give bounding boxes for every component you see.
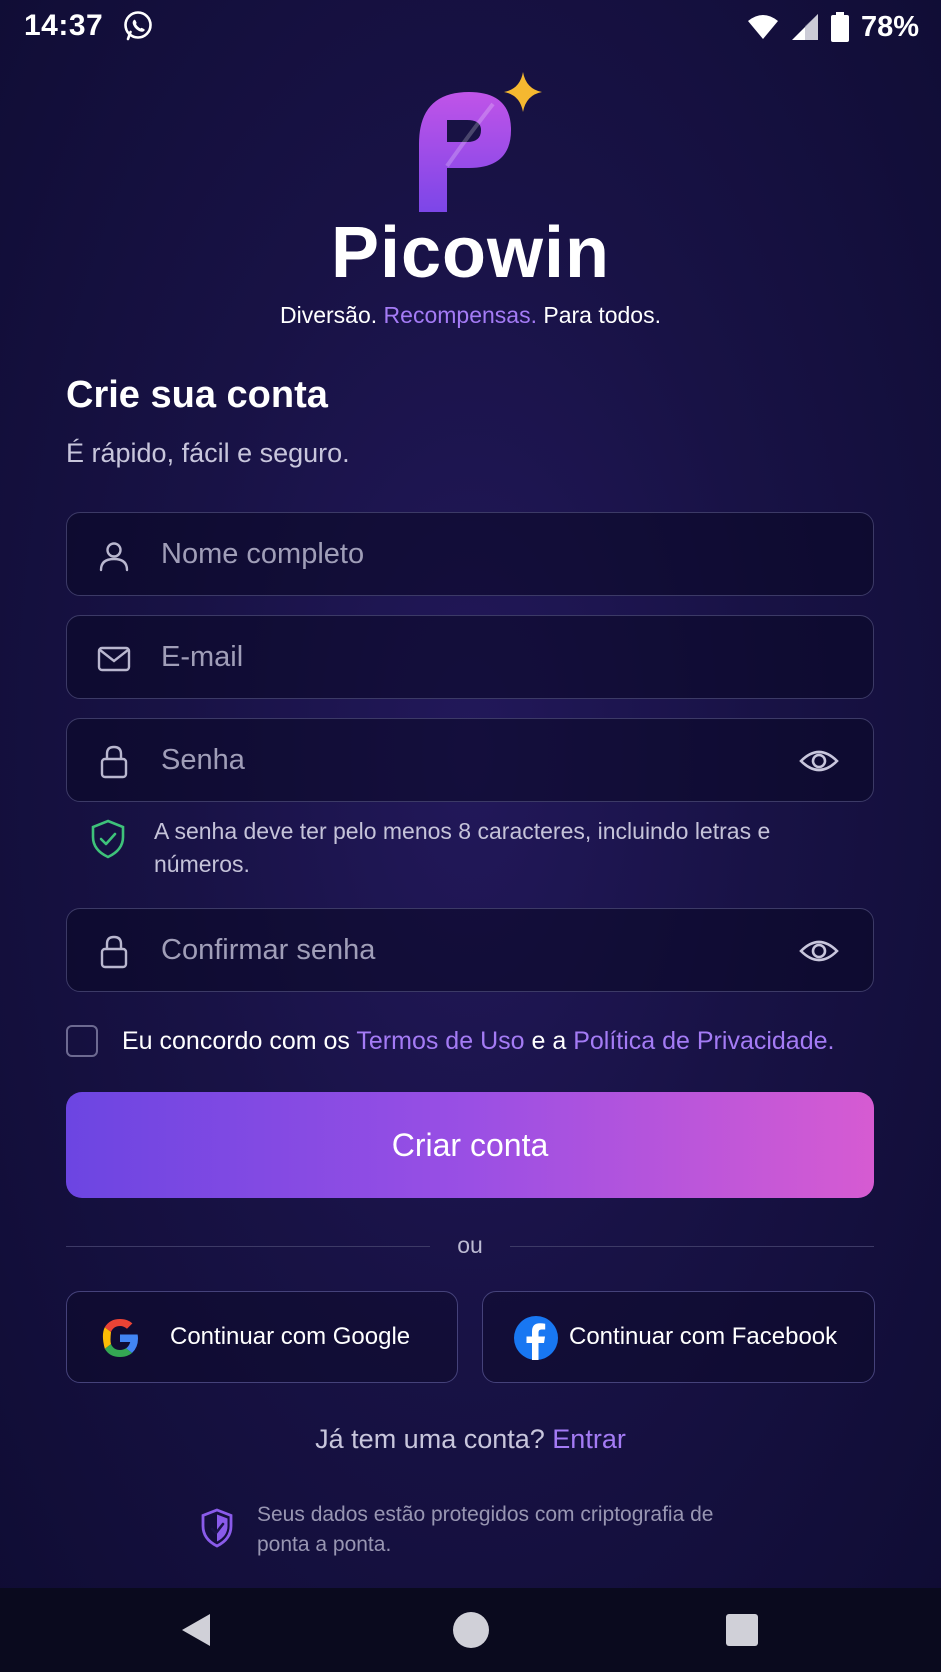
recents-icon[interactable] — [718, 1606, 766, 1654]
login-question: Já tem uma conta? — [315, 1424, 545, 1454]
create-account-button[interactable]: Criar conta — [66, 1092, 874, 1198]
name-input[interactable] — [161, 513, 761, 595]
google-signin-button[interactable]: Continuar com Google — [66, 1291, 458, 1383]
or-divider: ou — [66, 1232, 874, 1262]
home-icon[interactable] — [447, 1606, 495, 1654]
terms-checkbox[interactable] — [66, 1025, 98, 1057]
security-note-text: Seus dados estão protegidos com criptogr… — [257, 1503, 714, 1556]
wifi-icon — [747, 15, 778, 39]
login-link[interactable]: Entrar — [552, 1424, 626, 1454]
password-input[interactable] — [161, 719, 761, 801]
email-field[interactable] — [66, 615, 874, 699]
eye-icon[interactable] — [799, 933, 839, 969]
tagline-accent: Recompensas. — [383, 302, 537, 328]
status-indicators: 78% — [747, 9, 919, 45]
tagline: Diversão. Recompensas. Para todos. — [0, 302, 941, 329]
google-icon — [102, 1319, 138, 1357]
form-title: Crie sua conta — [66, 374, 328, 416]
google-button-label: Continuar com Google — [170, 1323, 411, 1350]
facebook-signin-button[interactable]: Continuar com Facebook — [482, 1291, 875, 1383]
terms-text: Eu concordo com os Termos de Uso e a Pol… — [122, 1027, 834, 1056]
email-input[interactable] — [161, 616, 761, 698]
password-field[interactable] — [66, 718, 874, 802]
shield-lock-icon — [201, 1508, 233, 1548]
form-subtitle: É rápido, fácil e seguro. — [66, 438, 350, 468]
shield-check-icon — [91, 819, 125, 859]
user-icon — [99, 542, 129, 572]
terms-of-use-link[interactable]: Termos de Uso — [356, 1027, 524, 1055]
status-time: 14:37 — [24, 9, 104, 42]
divider-label: ou — [457, 1232, 483, 1258]
confirm-password-field[interactable] — [66, 908, 874, 992]
confirm-password-input[interactable] — [161, 909, 761, 991]
whatsapp-icon — [124, 11, 152, 41]
brand-name: Picowin — [330, 213, 611, 293]
security-note: Seus dados estão protegidos com criptogr… — [200, 1500, 760, 1560]
eye-icon[interactable] — [799, 743, 839, 779]
back-icon[interactable] — [174, 1606, 222, 1654]
battery-icon — [830, 12, 849, 42]
system-navigation-bar — [0, 1588, 941, 1672]
status-bar: 14:37 78% — [0, 0, 941, 56]
terms-prefix: Eu concordo com os — [122, 1027, 350, 1055]
create-account-label: Criar conta — [391, 1126, 549, 1163]
picowin-logo-icon — [419, 72, 542, 212]
lock-icon — [100, 935, 128, 969]
name-field[interactable] — [66, 512, 874, 596]
password-hint-text: A senha deve ter pelo menos 8 caracteres… — [154, 818, 771, 877]
lock-icon — [100, 745, 128, 779]
tagline-part3: Para todos. — [543, 302, 661, 328]
terms-row: Eu concordo com os Termos de Uso e a Pol… — [66, 1025, 926, 1061]
privacy-policy-link[interactable]: Política de Privacidade. — [573, 1027, 834, 1055]
login-prompt: Já tem uma conta? Entrar — [0, 1424, 941, 1455]
facebook-button-label: Continuar com Facebook — [569, 1323, 838, 1350]
mail-icon — [97, 646, 131, 672]
tagline-part1: Diversão. — [280, 302, 378, 328]
facebook-icon — [514, 1316, 558, 1360]
cellular-signal-icon — [791, 14, 818, 40]
battery-percentage: 78% — [860, 10, 919, 43]
terms-middle: e a — [531, 1027, 567, 1055]
